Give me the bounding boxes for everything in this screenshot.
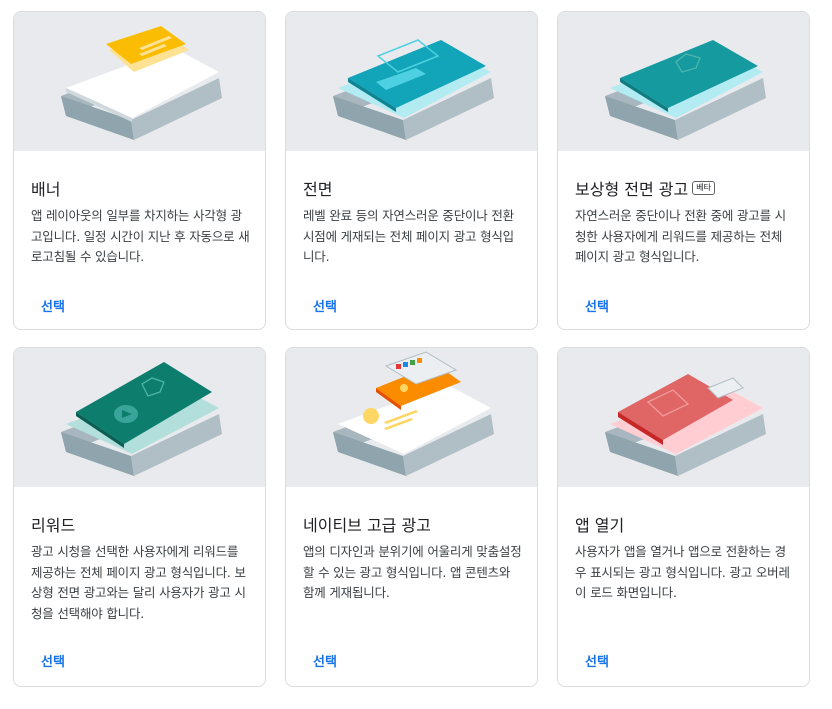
rewarded-illustration — [14, 348, 265, 487]
banner-illustration — [14, 12, 265, 151]
select-button[interactable]: 선택 — [585, 651, 609, 670]
beta-badge: 베타 — [692, 181, 715, 195]
card-description: 앱의 디자인과 분위기에 어울리게 맞춤설정할 수 있는 광고 형식입니다. 앱… — [303, 544, 522, 600]
ad-format-card-app-open[interactable]: 앱 열기 사용자가 앱을 열거나 앱으로 전환하는 경우 표시되는 광고 형식입… — [557, 347, 810, 687]
rewarded-interstitial-illustration — [558, 12, 809, 151]
app-open-illustration — [558, 348, 809, 487]
card-description: 앱 레이아웃의 일부를 차지하는 사각형 광고입니다. 일정 시간이 지난 후 … — [31, 208, 250, 264]
card-title: 전면 — [303, 180, 333, 199]
select-button[interactable]: 선택 — [41, 651, 65, 670]
ad-format-card-rewarded-interstitial[interactable]: 보상형 전면 광고 베타 자연스러운 중단이나 전환 중에 광고를 시청한 사용… — [557, 11, 810, 330]
ad-format-card-banner[interactable]: 배너 앱 레이아웃의 일부를 차지하는 사각형 광고입니다. 일정 시간이 지난… — [13, 11, 266, 330]
card-title: 앱 열기 — [575, 516, 625, 535]
card-description: 광고 시청을 선택한 사용자에게 리워드를 제공하는 전체 페이지 광고 형식입… — [31, 544, 246, 621]
ad-format-card-interstitial[interactable]: 전면 레벨 완료 등의 자연스러운 중단이나 전환 시점에 게재되는 전체 페이… — [285, 11, 538, 330]
card-description: 레벨 완료 등의 자연스러운 중단이나 전환 시점에 게재되는 전체 페이지 광… — [303, 208, 514, 264]
card-title: 보상형 전면 광고 베타 — [575, 176, 715, 200]
card-description: 사용자가 앱을 열거나 앱으로 전환하는 경우 표시되는 광고 형식입니다. 광… — [575, 544, 790, 600]
select-button[interactable]: 선택 — [41, 296, 65, 315]
card-title: 배너 — [31, 180, 61, 199]
select-button[interactable]: 선택 — [313, 651, 337, 670]
select-button[interactable]: 선택 — [313, 296, 337, 315]
card-description: 자연스러운 중단이나 전환 중에 광고를 시청한 사용자에게 리워드를 제공하는… — [575, 208, 786, 264]
interstitial-illustration — [286, 12, 537, 151]
ad-format-card-native[interactable]: 네이티브 고급 광고 앱의 디자인과 분위기에 어울리게 맞춤설정할 수 있는 … — [285, 347, 538, 687]
select-button[interactable]: 선택 — [585, 296, 609, 315]
card-title: 리워드 — [31, 516, 76, 535]
native-illustration — [286, 348, 537, 487]
ad-format-card-rewarded[interactable]: 리워드 광고 시청을 선택한 사용자에게 리워드를 제공하는 전체 페이지 광고… — [13, 347, 266, 687]
card-title: 네이티브 고급 광고 — [303, 516, 431, 535]
